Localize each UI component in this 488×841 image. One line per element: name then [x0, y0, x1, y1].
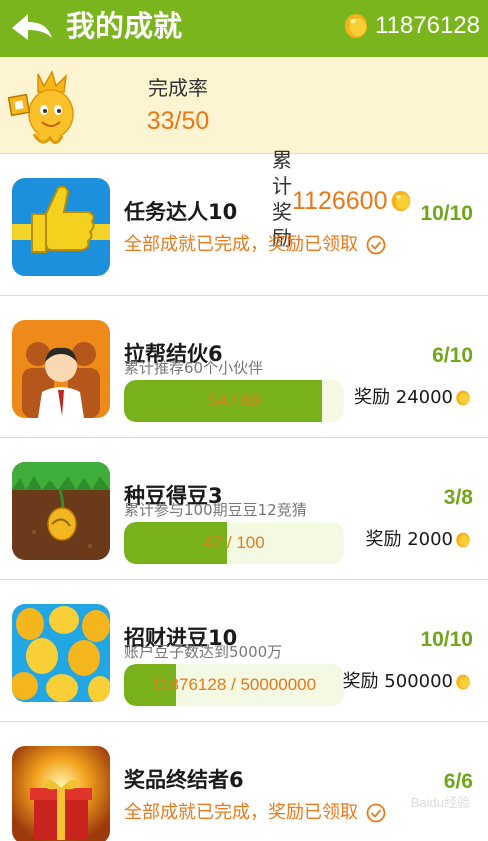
achievement-reward: 奖励 500000 — [343, 670, 471, 694]
bean-coin-icon — [456, 532, 470, 548]
achievement-status: 全部成就已完成，奖励已领取 — [124, 800, 386, 826]
achievement-status: 全部成就已完成，奖励已领取 — [124, 232, 386, 258]
achievement-item[interactable]: 奖品终结者6 6/6 全部成就已完成，奖励已领取 — [0, 722, 488, 841]
bean-coin-icon — [456, 674, 470, 690]
achievement-count: 6/10 — [432, 344, 473, 367]
arrow-left-icon — [12, 14, 52, 40]
balance-value: 11876128 — [375, 12, 480, 39]
gift-box-icon — [12, 746, 110, 841]
achievement-count: 10/10 — [420, 202, 473, 225]
achievement-item[interactable]: 招财进豆10 10/10 账户豆子数达到5000万 11876128 / 500… — [0, 580, 488, 722]
progress-text: 11876128 / 50000000 — [151, 675, 317, 694]
progress-text: 47 / 100 — [203, 533, 265, 552]
back-button[interactable] — [8, 8, 56, 48]
crown-mascot-icon — [4, 68, 82, 152]
achievement-reward-text: 奖励 24000 — [354, 387, 453, 408]
bean-sprout-icon — [12, 462, 110, 560]
achievement-list: 任务达人10 10/10 全部成就已完成，奖励已领取 拉帮结伙6 6/10 累计… — [0, 154, 488, 841]
top-bar: 我的成就 11876128 — [0, 0, 488, 57]
bean-coin-icon — [345, 14, 367, 38]
thumbs-up-icon — [12, 178, 110, 276]
achievement-reward-text: 奖励 500000 — [342, 671, 453, 692]
achievement-count: 3/8 — [443, 486, 473, 509]
progress-bar: 11876128 / 50000000 — [124, 664, 344, 706]
achievement-reward: 奖励 24000 — [354, 386, 471, 410]
achievement-description: 累计参与100期豆豆12竞猜 — [124, 501, 307, 519]
page-title: 我的成就 — [66, 9, 183, 43]
achievement-item[interactable]: 种豆得豆3 3/8 累计参与100期豆豆12竞猜 47 / 100 奖励 200… — [0, 438, 488, 580]
achievement-status-text: 全部成就已完成，奖励已领取 — [124, 234, 358, 255]
achievement-reward: 奖励 2000 — [365, 528, 471, 552]
checkmark-circle-icon — [366, 803, 386, 823]
completion-rate-value: 33/50 — [146, 107, 210, 135]
achievement-name: 任务达人10 — [124, 200, 238, 224]
achievement-status-text: 全部成就已完成，奖励已领取 — [124, 802, 358, 823]
progress-bar: 54 / 60 — [124, 380, 344, 422]
achievement-item[interactable]: 拉帮结伙6 6/10 累计推荐60个小伙伴 54 / 60 奖励 24000 — [0, 296, 488, 438]
achievement-name: 奖品终结者6 — [124, 768, 244, 792]
progress-bar: 47 / 100 — [124, 522, 344, 564]
group-people-icon — [12, 320, 110, 418]
completion-rate-label: 完成率 — [148, 76, 208, 100]
completion-rate: 完成率 33/50 — [128, 75, 228, 137]
balance-display: 11876128 — [343, 6, 480, 46]
achievement-summary: 完成率 33/50 累计奖励 1126600 — [0, 57, 488, 250]
achievement-reward-text: 奖励 2000 — [365, 529, 453, 550]
watermark: Baidu经验 — [410, 795, 470, 810]
achievement-description: 累计推荐60个小伙伴 — [124, 359, 264, 377]
bean-coin-icon — [456, 390, 470, 406]
achievement-count: 10/10 — [420, 628, 473, 651]
progress-text: 54 / 60 — [208, 391, 260, 410]
achievement-description: 账户豆子数达到5000万 — [124, 643, 283, 661]
checkmark-circle-icon — [366, 235, 386, 255]
achievement-item[interactable]: 任务达人10 10/10 全部成就已完成，奖励已领取 — [0, 154, 488, 296]
pile-of-beans-icon — [12, 604, 110, 702]
